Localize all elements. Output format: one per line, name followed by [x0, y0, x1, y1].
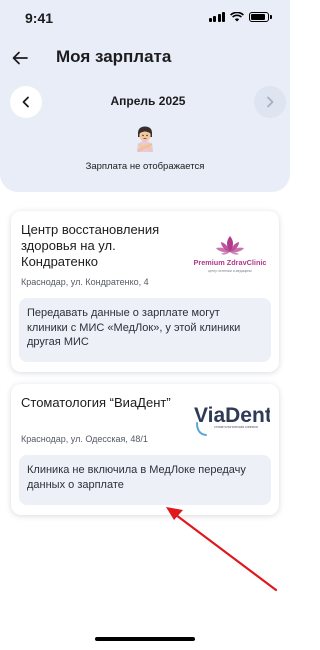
logo-brand-text: Premium ZdravClinic [194, 258, 267, 267]
logo-tagline-text: стоматологическая клиника [214, 425, 258, 429]
clinic-card[interactable]: Стоматология “ВиаДент” ViaDent стоматоло… [11, 384, 279, 515]
back-button[interactable] [9, 47, 31, 69]
status-time: 9:41 [25, 10, 54, 26]
logo-brand-text: ViaDent [194, 404, 270, 427]
month-navigator: Апрель 2025 [10, 86, 286, 118]
clinic-logo: ViaDent стоматологическая клиника [194, 404, 270, 436]
clinic-address: Краснодар, ул. Одесская, 48/1 [21, 434, 148, 444]
salary-status-text: Зарплата не отображается [85, 161, 205, 172]
chevron-right-icon [267, 96, 274, 108]
status-bar: 9:41 [0, 0, 290, 36]
cellular-signal-icon [208, 12, 225, 22]
clinic-name: Стоматология “ВиаДент” [21, 395, 171, 410]
next-month-button[interactable] [254, 86, 286, 118]
clinic-name: Центр восстановления здоровья на ул. Кон… [21, 222, 160, 269]
clinic-address: Краснодар, ул. Кондратенко, 4 [21, 277, 149, 287]
clinic-salary-notice: Клиника не включила в МедЛоке передачу д… [19, 455, 271, 505]
logo-tagline-text: центр эстетики и медицины [208, 269, 252, 273]
clinic-card[interactable]: Центр восстановления здоровья на ул. Кон… [11, 211, 279, 372]
clinic-logo: Premium ZdravClinic центр эстетики и мед… [194, 236, 267, 273]
wifi-icon [230, 12, 244, 22]
status-icons [208, 12, 272, 22]
person-crossing-arms-icon [137, 126, 153, 152]
battery-icon [249, 12, 269, 22]
arrow-left-icon [12, 51, 28, 65]
month-label: Апрель 2025 [110, 94, 186, 108]
clinic-salary-notice: Передавать данные о зарплате могут клини… [19, 298, 271, 362]
page-title: Моя зарплата [56, 47, 172, 66]
home-indicator[interactable] [95, 637, 195, 641]
